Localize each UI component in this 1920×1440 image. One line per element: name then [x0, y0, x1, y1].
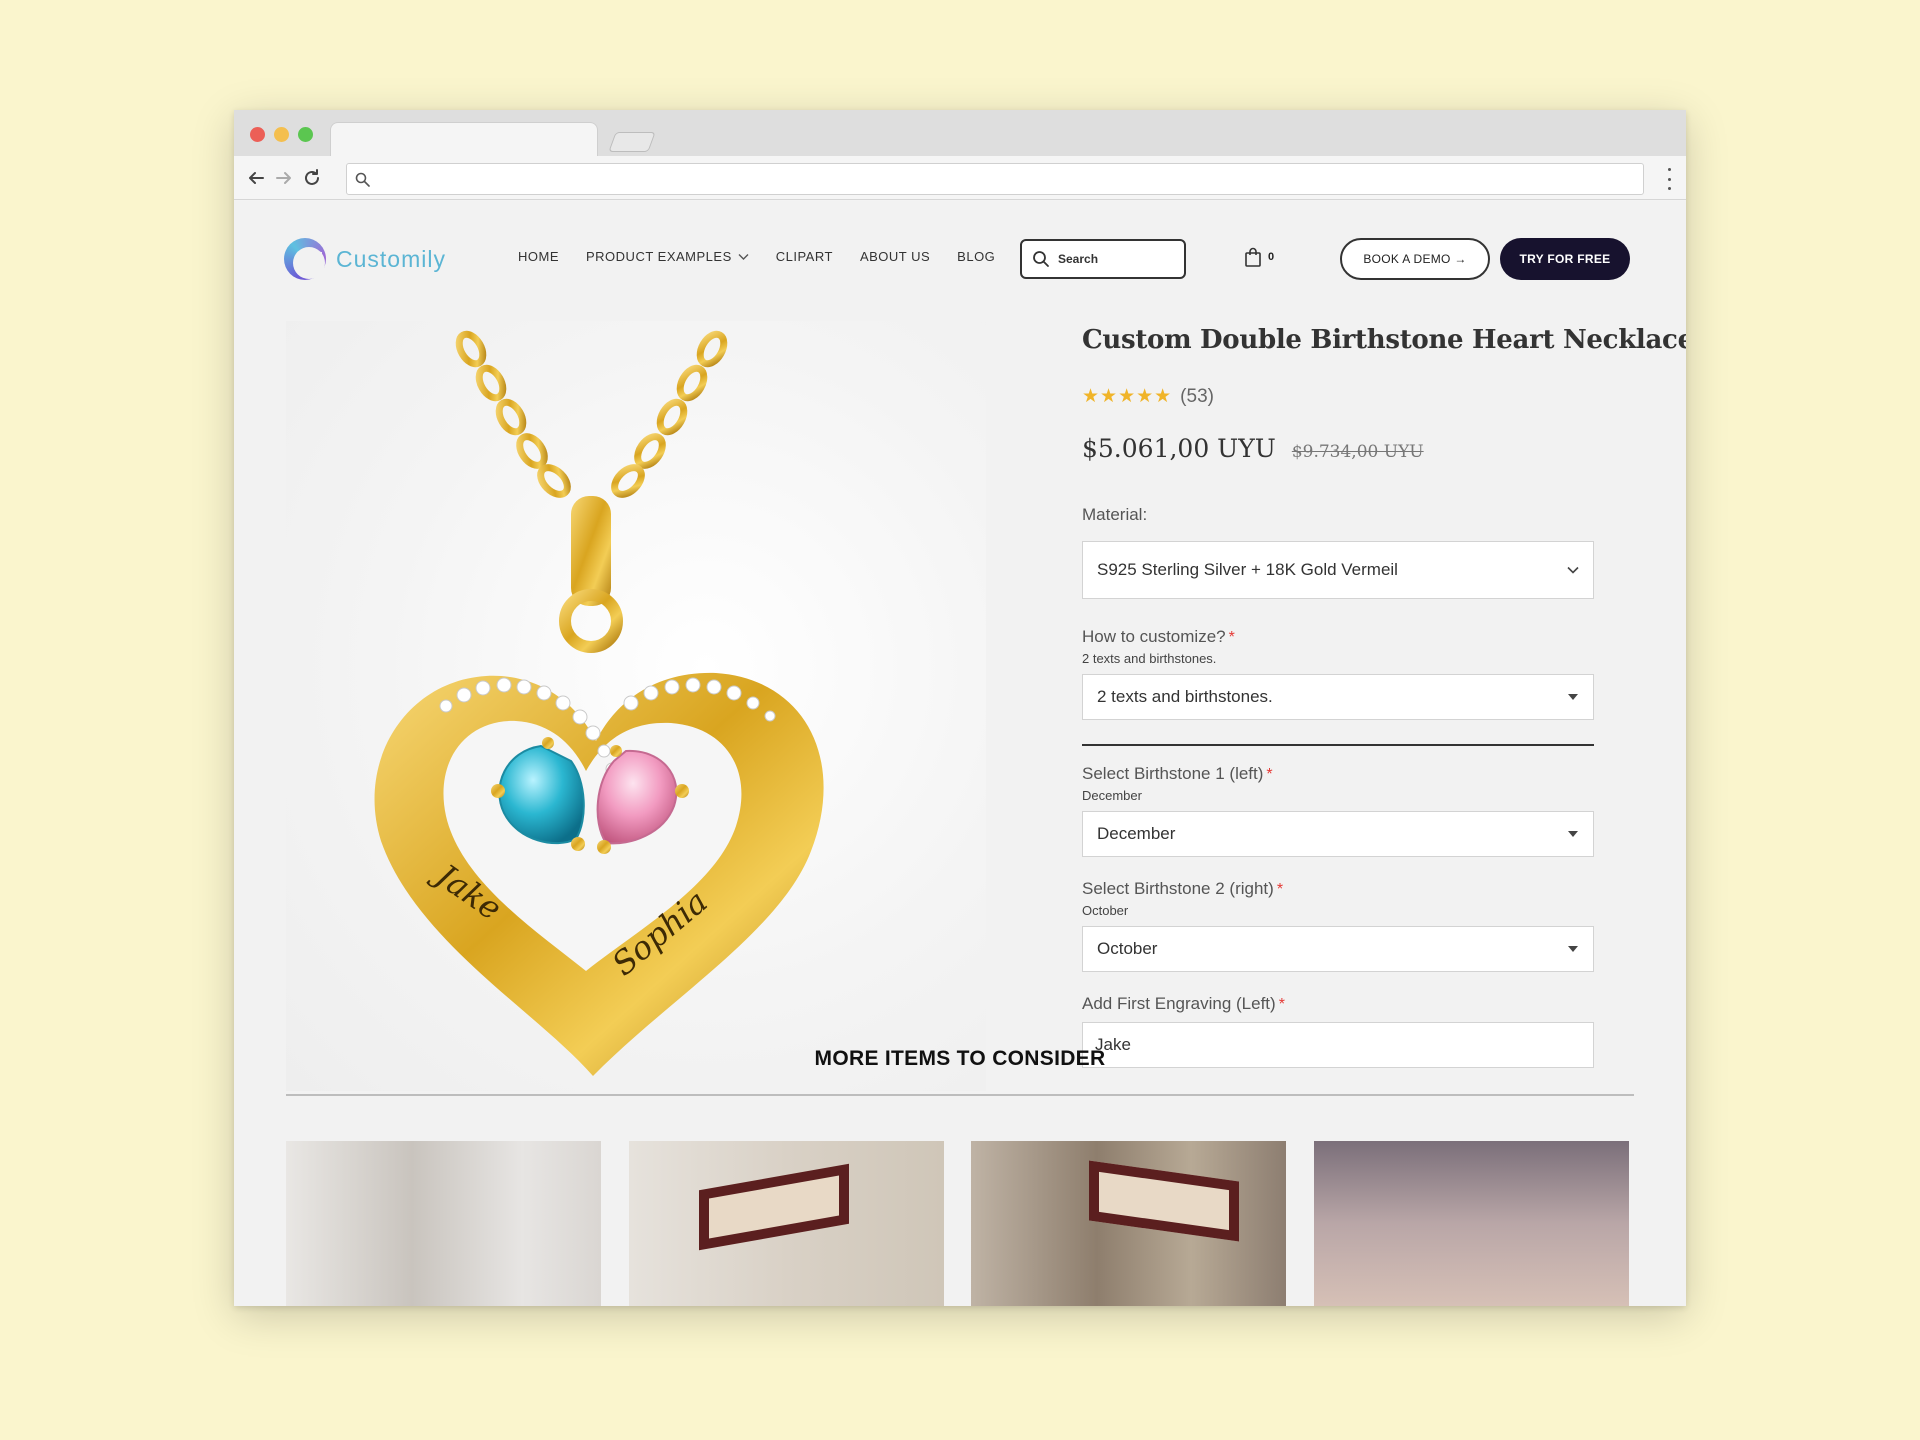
arrow-left-icon	[249, 172, 264, 184]
review-count: (53)	[1180, 385, 1214, 407]
minimize-window-button[interactable]	[274, 127, 289, 142]
cart-button[interactable]: 0	[1244, 247, 1274, 267]
book-demo-button[interactable]: BOOK A DEMO →	[1340, 238, 1490, 280]
more-items-title: MORE ITEMS TO CONSIDER	[814, 1047, 1106, 1070]
nav-clipart-label: CLIPART	[775, 249, 833, 264]
try-for-free-button[interactable]: TRY FOR FREE	[1500, 238, 1630, 280]
birthstone2-label: Select Birthstone 2 (right)	[1082, 879, 1274, 898]
arrow-right-icon	[276, 172, 291, 184]
caret-down-icon	[1568, 831, 1578, 837]
related-product-card-1[interactable]	[286, 1141, 601, 1306]
nav-blog-label: BLOG	[957, 249, 996, 264]
price-block: $5.061,00 UYU $9.734,00 UYU	[1082, 434, 1594, 463]
customize-select[interactable]: 2 texts and birthstones.	[1082, 674, 1594, 720]
material-value: S925 Sterling Silver + 18K Gold Vermeil	[1097, 560, 1398, 579]
related-product-card-3[interactable]	[971, 1141, 1286, 1306]
material-label-row: Material:	[1082, 505, 1594, 525]
reload-button[interactable]	[300, 166, 324, 190]
chevron-down-icon	[738, 254, 749, 260]
maximize-window-button[interactable]	[298, 127, 313, 142]
search-placeholder: Search	[1058, 252, 1099, 266]
required-asterisk: *	[1228, 629, 1235, 646]
more-items-divider	[286, 1094, 1634, 1096]
logo-text: Customily	[336, 245, 446, 272]
nav-home-label: HOME	[518, 249, 559, 264]
required-asterisk: *	[1276, 881, 1284, 898]
close-window-button[interactable]	[250, 127, 265, 142]
new-tab-button[interactable]	[608, 132, 656, 152]
product-rating[interactable]: ★★★★★ (53)	[1082, 385, 1594, 408]
product-image[interactable]: Jake Sophia	[286, 321, 986, 1091]
nav-blog[interactable]: BLOG	[957, 249, 995, 264]
product-title: Custom Double Birthstone Heart Necklace	[1082, 325, 1686, 355]
birthstone1-value: December	[1097, 824, 1176, 843]
back-button[interactable]	[244, 166, 268, 190]
engraving1-label-row: Add First Engraving (Left) *	[1082, 994, 1594, 1014]
title-bar	[234, 110, 1686, 158]
nav-product-examples-label: PRODUCT EXAMPLES	[586, 249, 732, 264]
related-product-card-2[interactable]	[629, 1141, 944, 1306]
caret-down-icon	[1568, 946, 1578, 952]
caret-down-icon	[1568, 694, 1578, 700]
nav-about-us[interactable]: ABOUT US	[860, 249, 930, 264]
material-select[interactable]: S925 Sterling Silver + 18K Gold Vermeil	[1082, 541, 1594, 599]
browser-window: Customily HOME PRODUCT EXAMPLES CLIPART …	[234, 110, 1686, 1306]
site-search-input[interactable]: Search	[1020, 239, 1186, 279]
birthstone1-current: December	[1082, 788, 1142, 803]
browser-tab[interactable]	[330, 122, 598, 158]
birthstone1-label: Select Birthstone 1 (left)	[1082, 764, 1264, 783]
main-nav: HOME PRODUCT EXAMPLES CLIPART ABOUT US B…	[518, 249, 995, 264]
heart-necklace-image: Jake Sophia	[374, 330, 824, 1076]
reload-icon	[305, 169, 319, 185]
customize-current: 2 texts and birthstones.	[1082, 651, 1217, 666]
birthstone1-label-row: Select Birthstone 1 (left) * December	[1082, 764, 1594, 803]
current-price: $5.061,00 UYU	[1082, 434, 1276, 463]
birthstone2-select[interactable]: October	[1082, 926, 1594, 972]
birthstone1-select[interactable]: December	[1082, 811, 1594, 857]
browser-menu-icon[interactable]	[1666, 168, 1672, 190]
web-page: Customily HOME PRODUCT EXAMPLES CLIPART …	[234, 201, 1686, 1306]
related-product-card-4[interactable]	[1314, 1141, 1629, 1306]
section-divider	[1082, 744, 1594, 746]
forward-button[interactable]	[272, 166, 296, 190]
customize-label-row: How to customize? * 2 texts and birthston…	[1082, 627, 1594, 666]
nav-home[interactable]: HOME	[518, 249, 559, 264]
chevron-down-icon	[1567, 566, 1579, 574]
birthstone2-value: October	[1097, 939, 1158, 958]
search-icon	[1033, 251, 1049, 267]
browser-toolbar	[234, 156, 1686, 200]
birthstone2-current: October	[1082, 903, 1129, 918]
required-asterisk: *	[1266, 766, 1273, 783]
nav-clipart[interactable]: CLIPART	[776, 249, 833, 264]
compare-at-price: $9.734,00 UYU	[1291, 442, 1424, 462]
product-details: Custom Double Birthstone Heart Necklace …	[1082, 325, 1686, 1068]
address-bar[interactable]	[346, 163, 1644, 195]
customize-value: 2 texts and birthstones.	[1097, 687, 1273, 706]
nav-about-us-label: ABOUT US	[859, 249, 931, 264]
engraving1-label: Add First Engraving (Left)	[1082, 994, 1276, 1013]
customize-label: How to customize?	[1082, 627, 1226, 646]
material-label: Material:	[1082, 505, 1148, 524]
nav-product-examples[interactable]: PRODUCT EXAMPLES	[586, 249, 749, 264]
customily-logo-icon	[284, 238, 326, 280]
search-icon	[355, 172, 370, 187]
birthstone2-label-row: Select Birthstone 2 (right) * October	[1082, 879, 1594, 918]
cart-count: 0	[1268, 251, 1275, 263]
rating-stars-icon: ★★★★★	[1082, 386, 1173, 407]
site-logo[interactable]: Customily	[284, 237, 446, 281]
required-asterisk: *	[1278, 996, 1285, 1013]
shopping-bag-icon	[1245, 247, 1261, 267]
